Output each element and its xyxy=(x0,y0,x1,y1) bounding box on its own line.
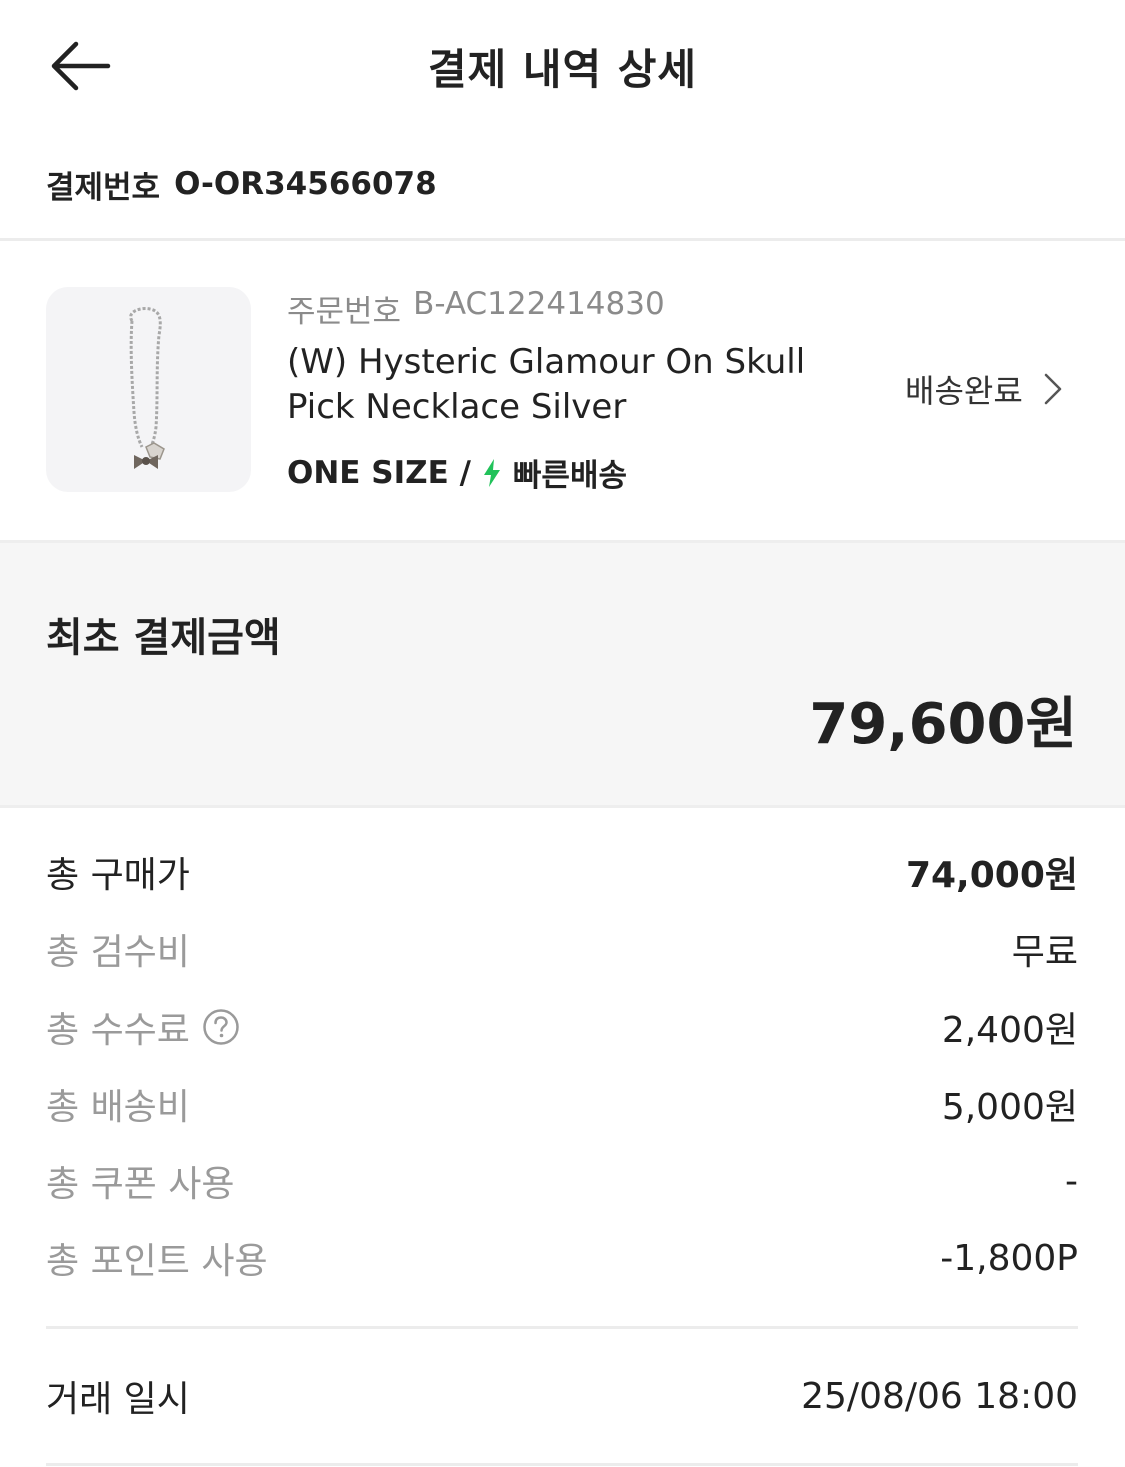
breakdown-row-points: 총 포인트 사용 -1,800P xyxy=(46,1232,1078,1284)
order-number-label: 주문번호 xyxy=(287,294,402,330)
breakdown-label: 총 검수비 xyxy=(46,932,190,973)
transaction-value: 25/08/06 18:00 xyxy=(801,1375,1078,1417)
shipping-type: 빠른배송 xyxy=(512,458,627,494)
breakdown-value: - xyxy=(1065,1160,1078,1202)
product-name[interactable]: (W) Hysteric Glamour On Skull Pick Neckl… xyxy=(287,340,847,430)
divider xyxy=(0,238,1125,241)
divider xyxy=(46,1463,1078,1466)
product-thumbnail[interactable] xyxy=(46,287,251,492)
breakdown-row-commission: 총 수수료 2,400원 xyxy=(46,1001,1078,1053)
top-app-bar: 결제 내역 상세 xyxy=(0,0,1125,132)
payment-number-label: 결제번호 xyxy=(46,169,161,206)
breakdown-value: 74,000원 xyxy=(905,855,1078,896)
breakdown-label-group: 총 수수료 xyxy=(46,1001,240,1053)
delivery-status-link[interactable]: 배송완료 xyxy=(905,365,1063,413)
delivery-status: 배송완료 xyxy=(905,372,1023,410)
payment-number-value: O-OR34566078 xyxy=(174,166,437,202)
transaction-label: 거래 일시 xyxy=(46,1379,190,1420)
question-circle-icon[interactable] xyxy=(202,1008,240,1046)
order-number-value: B-AC122414830 xyxy=(413,286,665,322)
breakdown-value: -1,800P xyxy=(940,1237,1078,1279)
breakdown-value: 무료 xyxy=(1011,932,1078,973)
breakdown-row-shipping-fee: 총 배송비 5,000원 xyxy=(46,1078,1078,1130)
initial-payment-amount: 79,600원 xyxy=(809,692,1077,757)
initial-payment-label: 최초 결제금액 xyxy=(46,615,281,661)
payment-number-line: 결제번호 O-OR34566078 xyxy=(46,162,437,206)
necklace-image xyxy=(129,307,165,469)
order-number-line: 주문번호 B-AC122414830 xyxy=(287,286,665,331)
product-size: ONE SIZE / xyxy=(287,454,471,491)
lightning-bolt-icon xyxy=(481,458,503,488)
breakdown-label: 총 수수료 xyxy=(46,1010,190,1051)
breakdown-value: 2,400원 xyxy=(941,1010,1078,1051)
breakdown-value: 5,000원 xyxy=(941,1087,1078,1128)
breakdown-label: 총 포인트 사용 xyxy=(46,1241,268,1282)
breakdown-row-inspection-fee: 총 검수비 무료 xyxy=(46,923,1078,975)
breakdown-row-total-purchase: 총 구매가 74,000원 xyxy=(46,846,1078,898)
transaction-datetime-row: 거래 일시 25/08/06 18:00 xyxy=(46,1370,1078,1422)
breakdown-label: 총 배송비 xyxy=(46,1087,190,1128)
divider xyxy=(46,1326,1078,1329)
chevron-right-icon xyxy=(1044,373,1062,405)
breakdown-row-coupon: 총 쿠폰 사용 - xyxy=(46,1155,1078,1207)
initial-payment-panel: 최초 결제금액 79,600원 xyxy=(0,540,1125,808)
product-option-line: ONE SIZE / 빠른배송 xyxy=(287,450,627,495)
page-title: 결제 내역 상세 xyxy=(427,45,698,94)
breakdown-label: 총 쿠폰 사용 xyxy=(46,1164,235,1205)
breakdown-label: 총 구매가 xyxy=(46,855,190,896)
